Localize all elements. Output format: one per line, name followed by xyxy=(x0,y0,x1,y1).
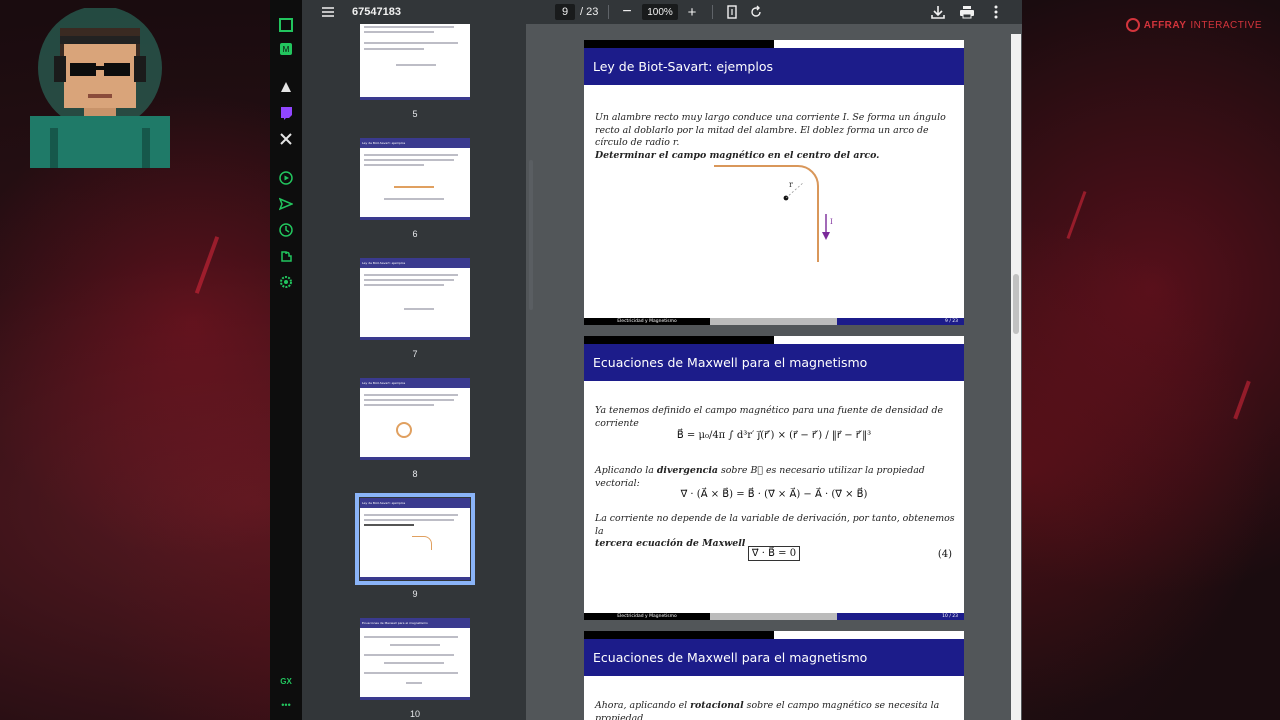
player-icon[interactable] xyxy=(279,171,293,185)
thumbnail-number: 7 xyxy=(412,349,418,359)
svg-text:M: M xyxy=(283,45,290,54)
slide-title: Ley de Biot-Savart: ejemplos xyxy=(584,48,964,85)
slide-title: Ecuaciones de Maxwell para el magnetismo xyxy=(584,639,964,676)
settings-gear-icon[interactable] xyxy=(279,275,293,289)
biot-savart-equation: B⃗ = μ₀/4π ∫ d³r′ j⃗(r⃗′) × (r⃗ − r⃗′) /… xyxy=(676,430,872,441)
slide-paragraph: Ahora, aplicando el rotacional sobre el … xyxy=(595,700,940,720)
slide-paragraph: La corriente no depende de la variable d… xyxy=(595,513,955,549)
thumbnail-page[interactable]: Ley de Biot-Savart: ejemplos xyxy=(360,258,470,340)
slide-footer: Electricidad y Magnetismo 9 / 23 xyxy=(584,318,964,325)
thumbnail-page[interactable]: Ley de Biot-Savart: ejemplos xyxy=(360,138,470,220)
thumbnail-number: 10 xyxy=(409,709,420,719)
history-clock-icon[interactable] xyxy=(279,223,293,237)
messenger-icon[interactable]: M xyxy=(279,42,293,56)
thumbnail-number: 6 xyxy=(412,229,418,239)
document-title: 67547183 xyxy=(352,6,401,18)
brand-name: AFFRAY xyxy=(1143,19,1187,31)
send-icon[interactable] xyxy=(279,197,293,211)
menu-icon[interactable] xyxy=(320,0,336,24)
pdf-page: Ecuaciones de Maxwell para el magnetismo… xyxy=(584,631,964,720)
toolbar-divider xyxy=(712,5,713,19)
pdf-page: Ley de Biot-Savart: ejemplos Un alambre … xyxy=(584,40,964,325)
thumbnail-page[interactable]: Ecuaciones de Maxwell para el magnetismo xyxy=(360,618,470,700)
twitch-icon[interactable] xyxy=(279,106,293,120)
brand-watermark: AFFRAY INTERACTIVE xyxy=(1125,18,1262,32)
gx-corner-icon[interactable] xyxy=(279,18,293,32)
document-scrollbar[interactable] xyxy=(1011,34,1021,720)
radius-label: r xyxy=(789,180,793,189)
print-icon[interactable] xyxy=(959,0,975,24)
pdf-toolbar: 67547183 9 / 23 − 100% + xyxy=(302,0,1022,24)
download-icon[interactable] xyxy=(930,0,946,24)
vector-identity-equation: ∇⃗ · (A⃗ × B⃗) = B⃗ · (∇⃗ × A⃗) − A⃗ · (… xyxy=(680,489,868,500)
apps-icon[interactable] xyxy=(279,80,293,94)
slide-paragraph: Aplicando la divergencia sobre B⃗ es nec… xyxy=(595,465,925,489)
rotate-icon[interactable] xyxy=(749,0,763,24)
streamer-avatar xyxy=(30,8,170,168)
current-label: I xyxy=(830,218,833,226)
slide-title: Ecuaciones de Maxwell para el magnetismo xyxy=(584,344,964,381)
slide-paragraph: Un alambre recto muy largo conduce una c… xyxy=(595,112,946,161)
brand-suffix: INTERACTIVE xyxy=(1190,19,1262,31)
brand-logo-icon xyxy=(1125,18,1140,32)
document-view: Ley de Biot-Savart: ejemplos Un alambre … xyxy=(538,34,1022,720)
pdf-viewer: 67547183 9 / 23 − 100% + 5 Ley de Biot-S… xyxy=(302,0,1022,720)
thumbnail-page[interactable]: Ley de Biot-Savart: ejemplos xyxy=(360,378,470,460)
thumbnail-page[interactable] xyxy=(360,24,470,100)
thumbnail-number: 8 xyxy=(412,469,418,479)
thumbnail-panel: 5 Ley de Biot-Savart: ejemplos 6 Ley de … xyxy=(302,24,526,720)
page-number-input[interactable]: 9 xyxy=(555,4,575,20)
thumbnail-scrollbar[interactable] xyxy=(529,160,533,310)
more-dots-icon[interactable]: ••• xyxy=(278,698,294,712)
fit-page-icon[interactable] xyxy=(725,0,739,24)
toolbar-divider xyxy=(608,5,609,19)
maxwell-equation: ∇⃗ · B⃗ = 0 xyxy=(584,546,964,561)
page-total: / 23 xyxy=(580,6,599,18)
browser-sidebar: M GX ••• xyxy=(270,0,302,720)
equation-number: (4) xyxy=(937,549,952,560)
slide-footer: Electricidad y Magnetismo 10 / 23 xyxy=(584,613,964,620)
pdf-page: Ecuaciones de Maxwell para el magnetismo… xyxy=(584,336,964,620)
zoom-out-button[interactable]: − xyxy=(620,0,634,24)
thumbnail-number: 9 xyxy=(412,589,418,599)
zoom-input[interactable]: 100% xyxy=(642,4,678,20)
scrollbar-thumb[interactable] xyxy=(1013,274,1019,334)
zoom-in-button[interactable]: + xyxy=(685,0,699,24)
gx-label[interactable]: GX xyxy=(278,674,294,688)
x-twitter-icon[interactable] xyxy=(279,132,293,146)
slide-paragraph: Ya tenemos definido el campo magnético p… xyxy=(595,405,944,429)
bent-wire-diagram: r I xyxy=(714,165,833,262)
extensions-icon[interactable] xyxy=(279,249,293,263)
thumbnail-number: 5 xyxy=(412,109,418,119)
thumbnail-page-selected[interactable]: Ley de Biot-Savart: ejemplos xyxy=(355,493,475,585)
more-options-icon[interactable] xyxy=(990,0,1002,24)
